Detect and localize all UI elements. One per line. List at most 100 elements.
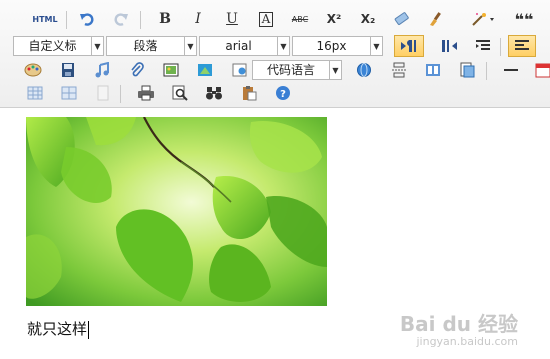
date-button[interactable] <box>532 59 550 81</box>
binoculars-icon <box>206 87 222 100</box>
paste-plain-button[interactable] <box>92 82 114 104</box>
font-border-button[interactable]: A <box>255 8 277 30</box>
redo-button[interactable] <box>110 8 132 30</box>
separator <box>486 62 487 80</box>
undo-button[interactable] <box>76 8 98 30</box>
insert-frame-button[interactable] <box>229 59 251 81</box>
leaf-photo <box>26 117 327 306</box>
music-note-icon <box>95 62 109 78</box>
rtl-direction-button[interactable] <box>438 35 460 57</box>
chevron-down-icon: ▼ <box>184 37 196 55</box>
preview-button[interactable] <box>169 82 191 104</box>
code-language-value: 代码语言 <box>266 63 315 77</box>
save-button[interactable] <box>57 59 79 81</box>
map-button[interactable] <box>353 59 375 81</box>
svg-text:?: ? <box>280 89 286 100</box>
ltr-icon <box>401 40 416 52</box>
attachment-button[interactable] <box>126 59 148 81</box>
chevron-down-icon: ▼ <box>329 61 341 79</box>
page-break-button[interactable] <box>388 59 410 81</box>
drawing-icon <box>198 64 212 76</box>
editor-toolbar: HTML B I U A ABC X² X₂ ❝❝ 自定义标 ▼ 段落 ▼ ar… <box>0 0 550 108</box>
font-family-select[interactable]: arial ▼ <box>199 36 290 56</box>
magnifier-icon <box>172 85 188 101</box>
paragraph-select[interactable]: 段落 ▼ <box>106 36 197 56</box>
help-icon: ? <box>276 86 290 100</box>
eraser-icon <box>394 12 409 26</box>
insert-image-button[interactable] <box>160 59 182 81</box>
font-size-select[interactable]: 16px ▼ <box>292 36 383 56</box>
table-icon <box>27 86 43 100</box>
strikethrough-button[interactable]: ABC <box>289 8 311 30</box>
watermark-url: jingyan.baidu.com <box>416 335 518 348</box>
auto-format-button[interactable] <box>468 8 498 30</box>
music-button[interactable] <box>91 59 113 81</box>
separator <box>140 11 141 29</box>
code-language-select[interactable]: 代码语言 ▼ <box>252 60 342 80</box>
table-grid-icon <box>61 86 77 100</box>
toolbar-row-4: ? <box>0 82 550 106</box>
image-icon <box>163 63 179 77</box>
horizontal-rule-button[interactable] <box>500 59 522 81</box>
align-left-button[interactable] <box>508 35 536 57</box>
redo-icon <box>114 13 128 26</box>
font-border-label: A <box>258 11 274 27</box>
indent-button[interactable] <box>472 35 494 57</box>
search-replace-button[interactable] <box>203 82 225 104</box>
globe-icon <box>357 63 371 77</box>
document-icon <box>460 62 475 78</box>
chevron-down-icon: ▼ <box>277 37 289 55</box>
separator <box>66 11 67 29</box>
format-brush-icon <box>430 12 441 26</box>
ltr-direction-button[interactable] <box>394 35 424 57</box>
superscript-button[interactable]: X² <box>323 8 345 30</box>
separator <box>120 85 121 103</box>
toolbar-row-1: HTML B I U A ABC X² X₂ ❝❝ <box>0 8 550 32</box>
scrawl-button[interactable] <box>194 59 216 81</box>
blank-page-icon <box>97 85 109 101</box>
text-caret <box>88 320 90 339</box>
help-button[interactable]: ? <box>272 82 294 104</box>
green-leaves-image <box>26 117 327 306</box>
chevron-down-icon: ▼ <box>91 37 103 55</box>
custom-title-select[interactable]: 自定义标 ▼ <box>13 36 104 56</box>
indent-icon <box>476 40 490 50</box>
floppy-disk-icon <box>62 63 74 77</box>
subscript-button[interactable]: X₂ <box>357 8 379 30</box>
layout-icon <box>426 64 440 76</box>
rtl-icon <box>442 40 457 52</box>
align-left-icon <box>515 40 529 50</box>
magic-wand-icon <box>472 13 494 26</box>
body-text: 就只这样 <box>27 320 88 338</box>
page-break-icon <box>392 62 406 78</box>
template-button[interactable] <box>422 59 444 81</box>
chevron-down-icon: ▼ <box>370 37 382 55</box>
separator <box>500 38 501 56</box>
toolbar-row-3: 代码语言 ▼ <box>0 59 550 83</box>
paste-button[interactable] <box>238 82 260 104</box>
webpage-icon <box>232 63 247 77</box>
paragraph-value: 段落 <box>133 39 158 53</box>
calendar-icon <box>535 63 550 78</box>
horizontal-line-icon <box>504 69 518 71</box>
merge-cells-button[interactable] <box>58 82 80 104</box>
print-button[interactable] <box>135 82 157 104</box>
palette-icon <box>24 63 42 77</box>
eraser-button[interactable] <box>391 8 413 30</box>
underline-button[interactable]: U <box>221 8 243 30</box>
printer-icon <box>138 85 154 101</box>
paperclip-icon <box>131 62 144 77</box>
insert-table-button[interactable] <box>24 82 46 104</box>
background-button[interactable] <box>456 59 478 81</box>
bold-button[interactable]: B <box>154 8 176 30</box>
font-size-value: 16px <box>316 39 347 53</box>
custom-title-value: 自定义标 <box>28 39 77 53</box>
blockquote-button[interactable]: ❝❝ <box>513 8 535 30</box>
clipboard-icon <box>243 86 257 101</box>
html-source-button[interactable]: HTML <box>32 8 58 30</box>
watermark-brand: Bai du 经验 <box>399 312 518 336</box>
italic-button[interactable]: I <box>187 8 209 30</box>
format-painter-button[interactable] <box>425 8 447 30</box>
undo-icon <box>80 13 94 26</box>
emoticon-button[interactable] <box>22 59 44 81</box>
